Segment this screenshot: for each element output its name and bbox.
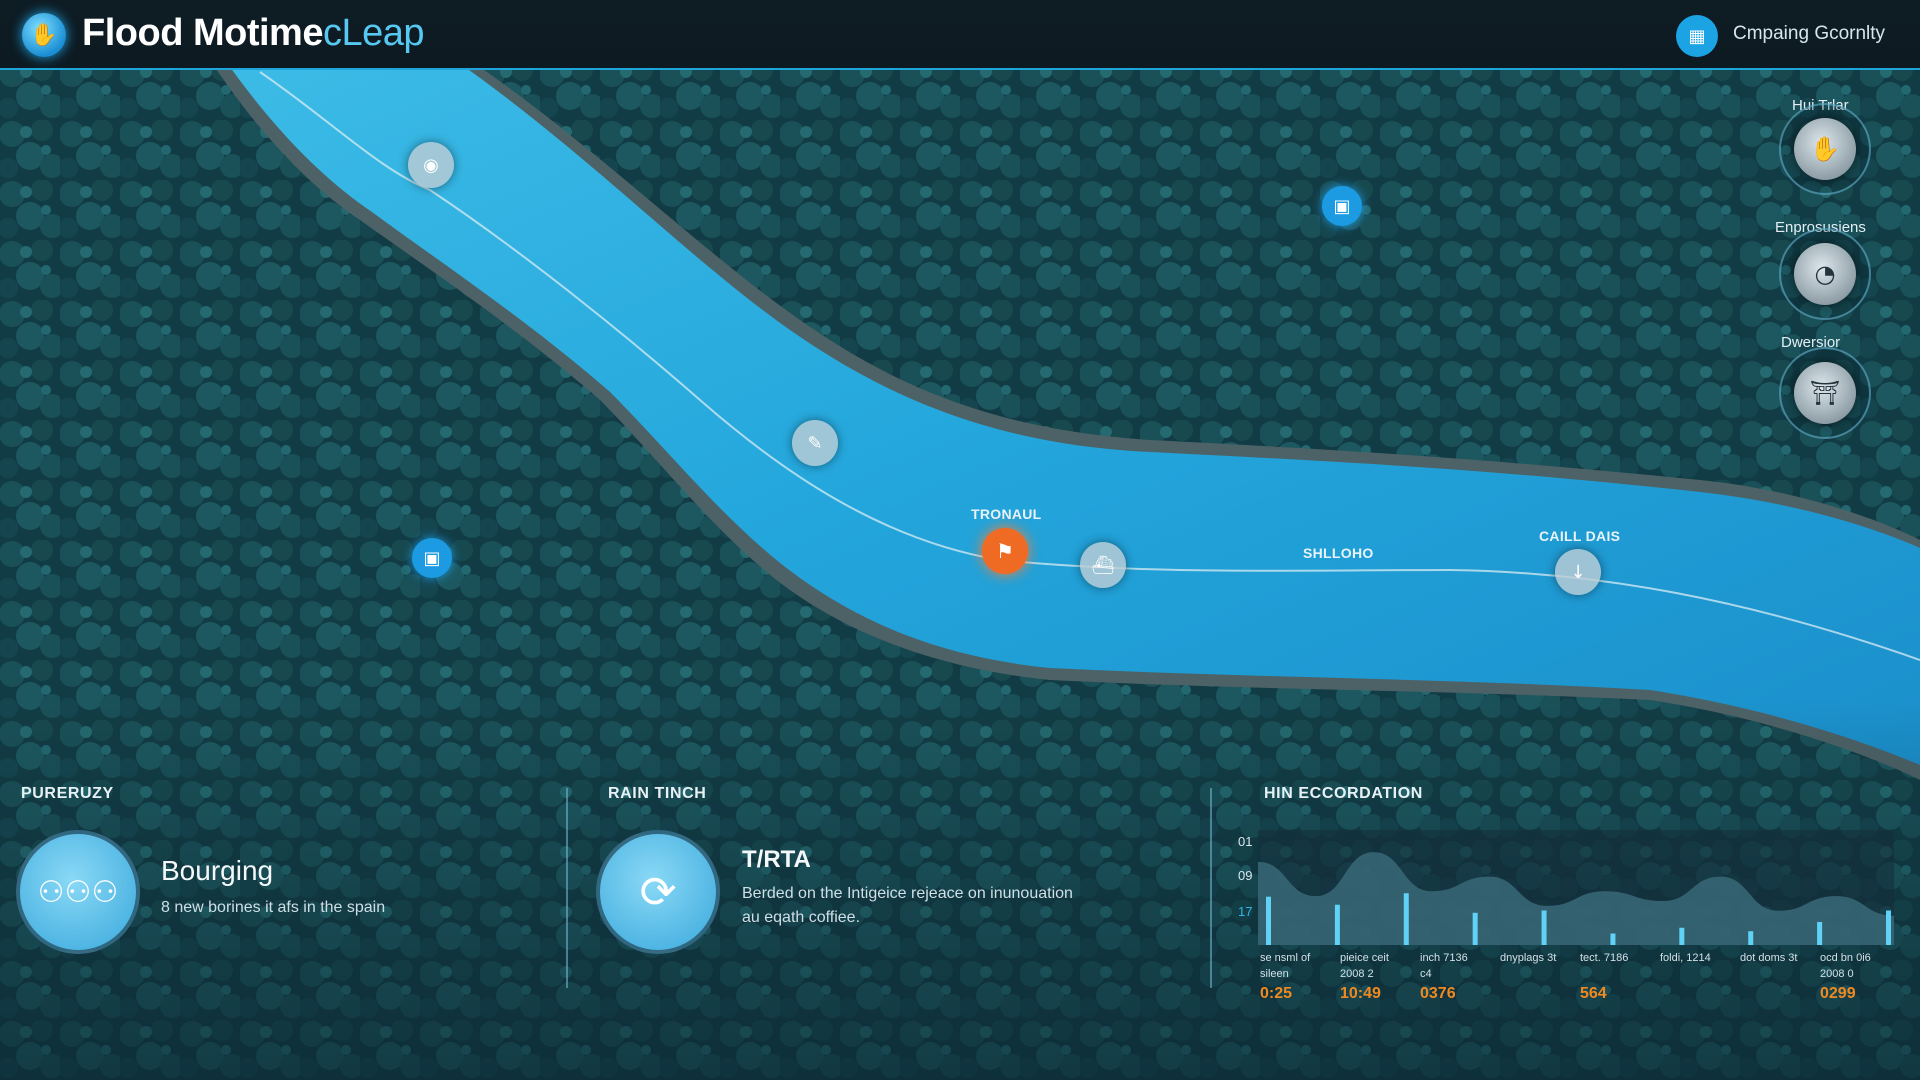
x-label: dot doms 3t: [1740, 952, 1798, 964]
chart-bar: [1472, 912, 1478, 945]
hand-shield-icon: ✋: [1794, 118, 1856, 180]
panel-right-title: HIN ECCORDATION: [1264, 785, 1423, 802]
chart-plot: [1258, 852, 1894, 945]
calendar-icon[interactable]: ▦: [1676, 15, 1718, 57]
panel-left-heading: Bourging: [161, 855, 274, 886]
chart-bar: [1817, 922, 1823, 945]
chart-bar: [1679, 927, 1685, 945]
x-label-sub: 2008 0: [1820, 968, 1854, 980]
rain-drop-icon[interactable]: ⟳: [596, 830, 720, 954]
x-label: foldi, 1214: [1660, 952, 1711, 964]
chart-bar: [1748, 931, 1754, 945]
panel-left-title: PURERUZY: [21, 785, 114, 802]
sensor-marker-1[interactable]: ◉: [408, 142, 454, 188]
sensor-marker-2[interactable]: ✎: [792, 420, 838, 466]
control-button-2[interactable]: ◔: [1779, 228, 1871, 320]
chart-bar: [1334, 904, 1340, 945]
rain-drop-icon-glyph: ⟳: [639, 866, 677, 918]
panel-middle-text-2: au eqath coffiee.: [742, 909, 861, 926]
alert-marker-label: TRONAUL: [971, 506, 1042, 522]
app-title-accent: cLeap: [322, 12, 425, 54]
x-value: 10:49: [1340, 985, 1381, 1002]
x-label-sub: c4: [1420, 968, 1432, 980]
arrow-down-icon: ↓: [1570, 561, 1586, 583]
boat-icon: ⛴: [1091, 554, 1115, 576]
gauge-icon: ◔: [1794, 243, 1856, 305]
x-label: dnyplags 3t: [1500, 952, 1557, 964]
y-tick-3: 17: [1238, 904, 1253, 919]
x-value: 564: [1580, 985, 1607, 1002]
x-label-sub: 2008 2: [1340, 968, 1374, 980]
gauge-station-icon: ▣: [1333, 195, 1351, 217]
app-title: Flood MotimecLeap: [82, 12, 425, 55]
panel-divider-2: [1210, 788, 1212, 988]
x-value: 0299: [1820, 985, 1856, 1002]
dam-icon: ⛩: [1794, 362, 1856, 424]
people-icon-glyph: ⚇⚇⚇: [37, 874, 119, 910]
hand-logo-icon[interactable]: ✋: [22, 13, 66, 57]
chart-bar: [1403, 893, 1409, 945]
station-marker-2[interactable]: ▣: [412, 538, 452, 578]
x-label: pieice ceit: [1340, 952, 1389, 964]
sensor-label: SHLLOHO: [1303, 545, 1374, 561]
control-button-3[interactable]: ⛩: [1779, 347, 1871, 439]
warning-icon: ⚑: [996, 539, 1014, 563]
panel-divider-1: [566, 788, 568, 988]
camera-icon: ◉: [423, 154, 439, 176]
x-label: tect. 7186: [1580, 952, 1629, 964]
x-label: ocd bn 0i6: [1820, 952, 1871, 964]
x-label-sub: sileen: [1260, 968, 1289, 980]
chart-area-series: [1258, 852, 1894, 945]
control-button-1[interactable]: ✋: [1779, 103, 1871, 195]
chart-bar: [1610, 933, 1616, 945]
station-marker-1[interactable]: ▣: [1322, 186, 1362, 226]
alert-marker[interactable]: ⚑: [982, 528, 1028, 574]
panel-middle-title: RAIN TINCH: [608, 785, 707, 802]
panel-middle-text-1: Berded on the Intigeice rejeace on inuno…: [742, 885, 1073, 902]
boat-marker[interactable]: ⛴: [1080, 542, 1126, 588]
gauge-station-icon: ▣: [423, 547, 441, 569]
panel-middle-heading: T/RTA: [742, 846, 811, 873]
chart-bar: [1541, 910, 1547, 945]
app-title-main: Flood Motime: [82, 12, 323, 54]
x-label: se nsml of: [1260, 952, 1311, 964]
y-tick-1: 01: [1238, 834, 1253, 849]
x-value: 0376: [1420, 985, 1456, 1002]
chart-bar: [1886, 910, 1891, 945]
app-header: ✋ Flood MotimecLeap ▦ Cmpaing Gcornlty: [0, 0, 1920, 70]
encroachment-chart[interactable]: [1258, 830, 1894, 945]
x-label: inch 7136: [1420, 952, 1468, 964]
chart-bar: [1266, 896, 1271, 945]
panel-left-text: 8 new borines it afs in the spain: [161, 899, 386, 916]
gauge-label: CAILL DAIS: [1539, 528, 1621, 544]
x-value: 0:25: [1260, 985, 1293, 1002]
account-label[interactable]: Cmpaing Gcornlty: [1733, 23, 1885, 45]
gauge-marker[interactable]: ↓: [1555, 549, 1601, 595]
wrench-icon: ✎: [807, 432, 823, 454]
y-tick-2: 09: [1238, 868, 1253, 883]
people-icon[interactable]: ⚇⚇⚇: [16, 830, 140, 954]
